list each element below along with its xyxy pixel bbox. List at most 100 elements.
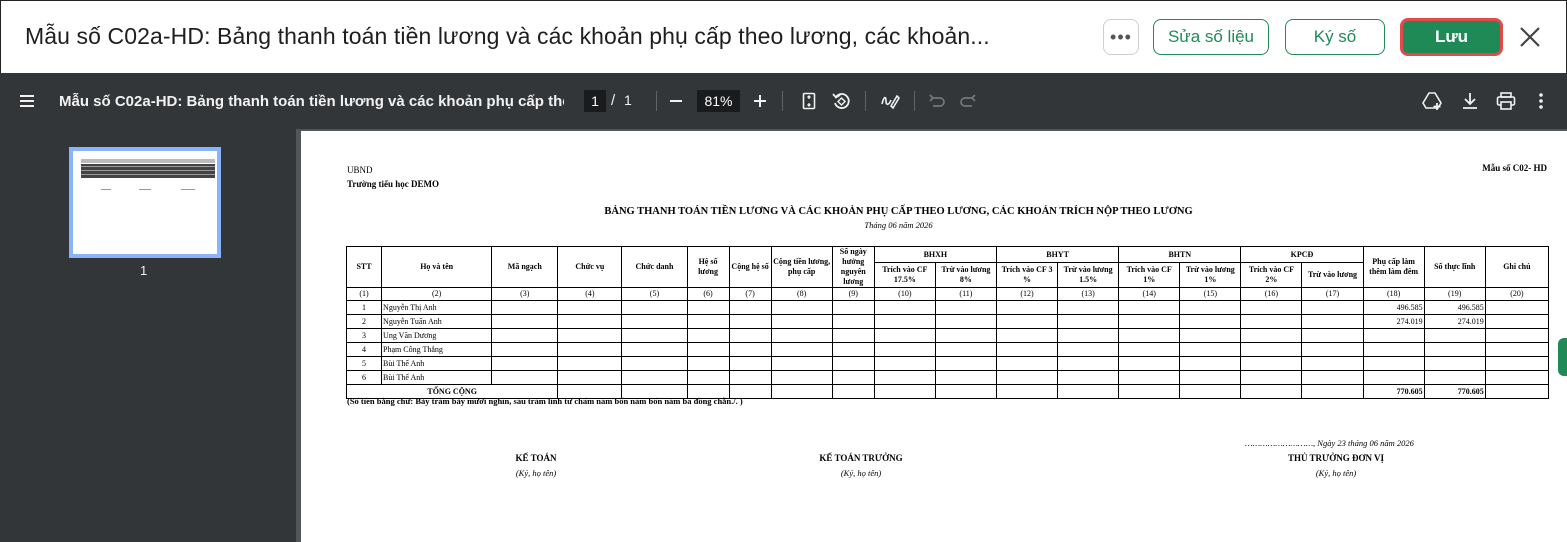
signature-head-sub: (Ký, họ tên) <box>1315 468 1357 478</box>
zoom-out-icon[interactable] <box>665 90 687 112</box>
row-name: Nguyễn Tuấn Anh <box>381 314 493 329</box>
signing-date: ………………………, Ngày 23 tháng 06 năm 2026 <box>1245 438 1414 448</box>
undo-icon[interactable] <box>926 90 948 112</box>
header-bhtn-luong: Trừ vào lương 1% <box>1179 262 1242 288</box>
side-panel-toggle[interactable] <box>1558 338 1567 376</box>
row-stt: 2 <box>345 314 383 329</box>
column-number: (4) <box>557 287 623 301</box>
header-kpcd: KPCĐ <box>1240 245 1364 264</box>
row-name: Phạm Công Thắng <box>381 342 493 357</box>
draw-icon[interactable] <box>879 90 901 112</box>
fit-page-icon[interactable] <box>798 90 820 112</box>
row-phu-cap: 496.585 <box>1362 300 1425 315</box>
row-thuc-linh: 496.585 <box>1423 300 1486 315</box>
save-button[interactable]: Lưu <box>1400 18 1503 56</box>
drive-add-icon[interactable] <box>1422 90 1444 112</box>
document-page: UBND Trường tiểu học DEMO Mẫu số C02- HD… <box>301 131 1567 542</box>
header-ghi-chu: Ghi chú <box>1484 246 1550 288</box>
page-total: 1 <box>624 92 632 108</box>
print-icon[interactable] <box>1495 90 1517 112</box>
signature-accountant-sub: (Ký, họ tên) <box>515 468 557 478</box>
header-name: Họ và tên <box>381 246 493 288</box>
thumbnail-sidebar: 1 <box>0 129 296 542</box>
pdf-toolbar: Mẫu số C02a-HD: Bảng thanh toán tiền lươ… <box>0 73 1567 129</box>
row-thuc-linh: 274.019 <box>1423 314 1486 329</box>
header-he-so-luong: Hệ số lương <box>686 246 730 288</box>
column-number: (12) <box>995 287 1059 301</box>
download-icon[interactable] <box>1459 90 1481 112</box>
menu-icon[interactable] <box>18 93 36 109</box>
toolbar-divider <box>914 91 915 111</box>
signature-accountant-title: KẾ TOÁN <box>515 453 557 463</box>
close-icon[interactable] <box>1517 23 1543 51</box>
column-number: (7) <box>728 287 772 301</box>
header-bhxh-cf: Trích vào CF 17.5% <box>873 262 936 288</box>
row-name: Bùi Thế Anh <box>381 356 493 371</box>
document-title: BẢNG THANH TOÁN TIỀN LƯƠNG VÀ CÁC KHOẢN … <box>604 206 1193 217</box>
page-separator: / <box>611 92 616 109</box>
row-stt: 1 <box>345 300 383 315</box>
rotate-icon[interactable] <box>830 90 852 112</box>
header-kpcd-cf: Trích vào CF 2% <box>1240 262 1303 288</box>
redo-icon[interactable] <box>957 90 979 112</box>
table-row: 4 Phạm Công Thắng <box>345 342 1550 357</box>
column-number: (11) <box>934 287 997 301</box>
zoom-input[interactable]: 81% <box>697 90 740 112</box>
table-row: 5 Bùi Thế Anh <box>345 356 1550 371</box>
column-number: (17) <box>1301 287 1364 301</box>
row-name: Bùi Thế Anh <box>381 370 493 385</box>
ubnd-label: UBND <box>347 165 373 175</box>
viewer-doc-title: Mẫu số C02a-HD: Bảng thanh toán tiền lươ… <box>59 93 564 110</box>
school-name: Trường tiểu học DEMO <box>347 179 439 189</box>
table-row: 6 Bùi Thế Anh <box>345 370 1550 385</box>
column-number: (19) <box>1423 287 1486 301</box>
row-stt: 3 <box>345 328 383 343</box>
form-number: Mẫu số C02- HD <box>1482 163 1547 173</box>
payroll-table: STT Họ và tên Mã ngạch Chức vụ Chức danh… <box>345 245 1550 399</box>
header-kpcd-luong: Trừ vào lương <box>1301 262 1364 288</box>
column-number: (9) <box>831 287 875 301</box>
column-number: (2) <box>381 287 493 301</box>
header-bhxh-luong: Trừ vào lương 8% <box>934 262 997 288</box>
document-period: Tháng 06 năm 2026 <box>864 220 933 230</box>
header-chuc-danh: Chức danh <box>621 246 688 288</box>
column-number: (15) <box>1179 287 1242 301</box>
page-thumbnail[interactable] <box>69 147 221 258</box>
header-ma-ngach: Mã ngạch <box>491 246 559 288</box>
column-number: (14) <box>1118 287 1181 301</box>
toolbar-divider <box>782 91 783 111</box>
column-number: (18) <box>1362 287 1425 301</box>
header-cong-tien: Cộng tiền lương, phụ cấp <box>770 246 833 288</box>
header-bhtn-cf: Trích vào CF 1% <box>1118 262 1181 288</box>
row-name: Ung Văn Dương <box>381 328 493 343</box>
digital-sign-button[interactable]: Ký số <box>1285 19 1385 55</box>
header-bhtn: BHTN <box>1118 245 1242 264</box>
column-number: (5) <box>621 287 688 301</box>
pdf-viewer: Mẫu số C02a-HD: Bảng thanh toán tiền lươ… <box>0 73 1567 542</box>
more-vert-icon[interactable] <box>1530 90 1552 112</box>
column-number: (3) <box>491 287 559 301</box>
zoom-in-icon[interactable] <box>749 90 771 112</box>
header-bhyt: BHYT <box>995 245 1120 264</box>
more-options-button[interactable]: ••• <box>1103 19 1139 55</box>
thumbnail-page-number: 1 <box>140 263 148 278</box>
column-number: (8) <box>770 287 833 301</box>
column-number: (1) <box>345 287 383 301</box>
table-row: 3 Ung Văn Dương <box>345 328 1550 343</box>
toolbar-divider <box>865 91 866 111</box>
column-number-row: (1) (2) (3) (4) (5) (6) (7) (8) (9) (10)… <box>345 287 1550 301</box>
header-cong-he-so: Cộng hệ số <box>728 246 772 288</box>
row-stt: 5 <box>345 356 383 371</box>
signature-chief-accountant-sub: (Ký, họ tên) <box>840 468 882 478</box>
table-row: 2 Nguyễn Tuấn Anh 274.019 274.019 <box>345 314 1550 329</box>
header-so-thuc-linh: Số thực lĩnh <box>1423 246 1486 288</box>
row-name: Nguyễn Thị Anh <box>381 300 493 315</box>
column-number: (13) <box>1057 287 1120 301</box>
dialog-title: Mẫu số C02a-HD: Bảng thanh toán tiền lươ… <box>25 23 990 49</box>
header-stt: STT <box>345 246 383 288</box>
column-number: (6) <box>686 287 730 301</box>
edit-data-button[interactable]: Sửa số liệu <box>1153 19 1269 55</box>
page-number-input[interactable]: 1 <box>584 90 606 112</box>
total-phu-cap: 770.605 <box>1362 384 1425 399</box>
header-bhyt-cf: Trích vào CF 3 % <box>995 262 1059 288</box>
